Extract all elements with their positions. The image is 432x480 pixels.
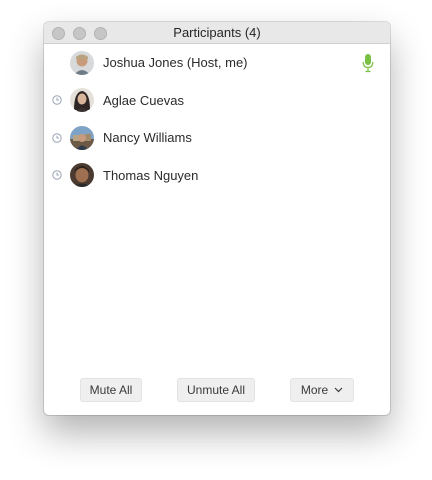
clock-icon bbox=[52, 95, 62, 105]
avatar bbox=[70, 88, 94, 113]
unmute-all-button[interactable]: Unmute All bbox=[177, 378, 255, 402]
mute-all-button[interactable]: Mute All bbox=[80, 378, 142, 402]
minimize-window-button[interactable] bbox=[73, 27, 86, 40]
participant-row[interactable]: Aglae Cuevas bbox=[44, 82, 390, 120]
participant-name: Aglae Cuevas bbox=[103, 92, 184, 108]
participant-row[interactable]: Nancy Williams bbox=[44, 119, 390, 157]
window-title: Participants (4) bbox=[173, 25, 261, 40]
participant-name: Nancy Williams bbox=[103, 130, 192, 146]
close-window-button[interactable] bbox=[52, 27, 65, 40]
zoom-window-button[interactable] bbox=[94, 27, 107, 40]
chevron-down-icon bbox=[334, 387, 343, 393]
avatar bbox=[70, 163, 94, 188]
window-controls bbox=[52, 27, 107, 40]
clock-icon bbox=[52, 133, 62, 143]
participant-name: Joshua Jones (Host, me) bbox=[103, 55, 248, 71]
microphone-icon[interactable] bbox=[362, 53, 374, 73]
participants-window: Participants (4) Joshua Jones (Host, me) bbox=[44, 22, 390, 415]
more-button[interactable]: More bbox=[290, 378, 354, 402]
participants-footer: Mute All Unmute All More bbox=[44, 378, 390, 402]
avatar bbox=[70, 50, 94, 75]
participant-name: Thomas Nguyen bbox=[103, 167, 199, 183]
stage: Participants (4) Joshua Jones (Host, me) bbox=[0, 0, 432, 480]
participants-list: Joshua Jones (Host, me) Aglae Cuevas Nan… bbox=[44, 44, 390, 194]
more-label: More bbox=[300, 383, 329, 397]
clock-icon bbox=[52, 170, 62, 180]
participant-row[interactable]: Thomas Nguyen bbox=[44, 157, 390, 195]
participant-row[interactable]: Joshua Jones (Host, me) bbox=[44, 44, 390, 82]
title-bar[interactable]: Participants (4) bbox=[44, 22, 390, 44]
avatar bbox=[70, 125, 94, 150]
